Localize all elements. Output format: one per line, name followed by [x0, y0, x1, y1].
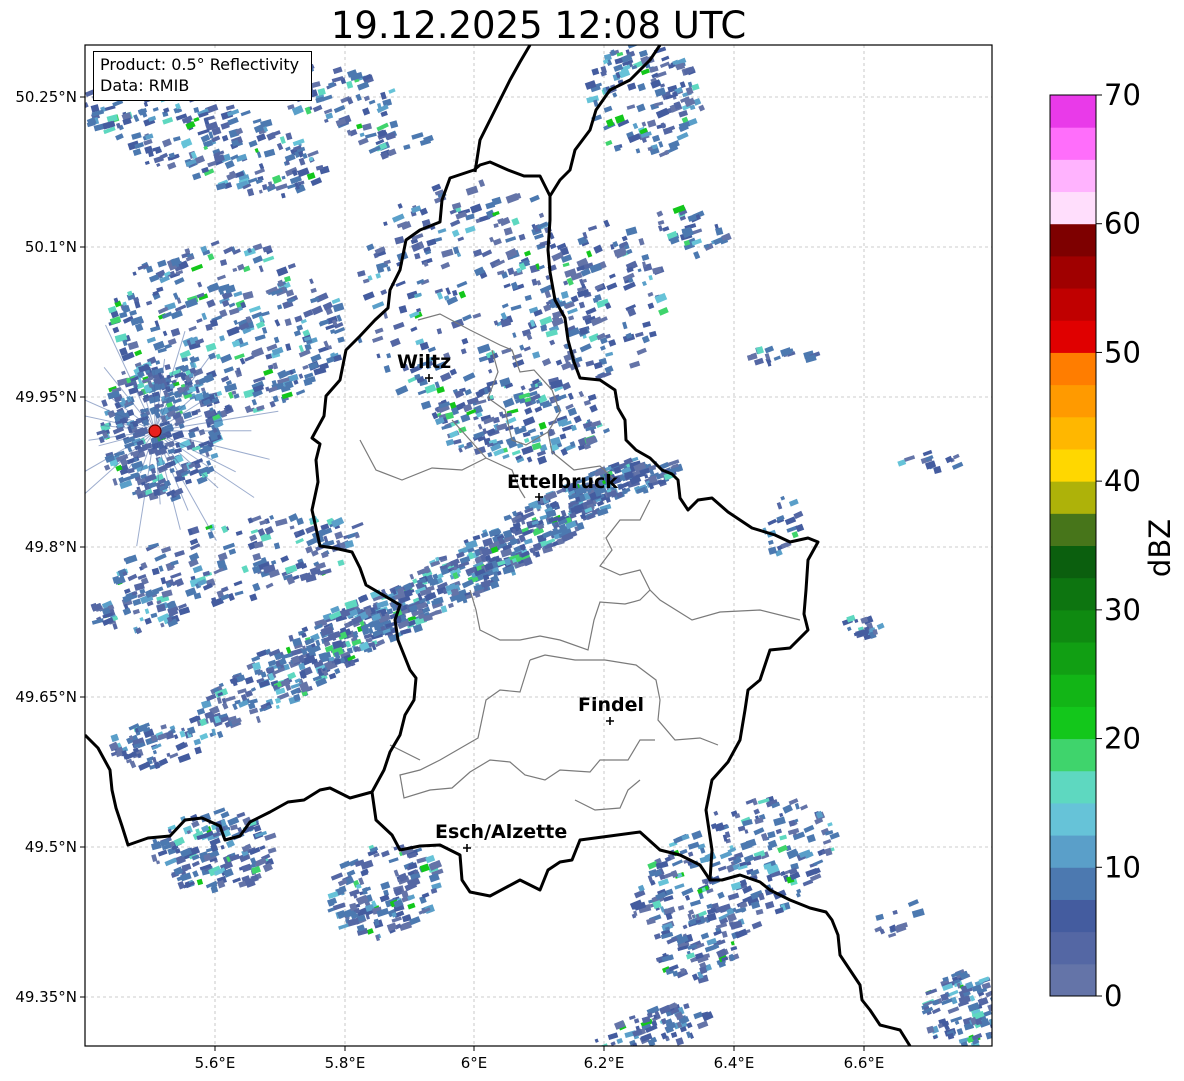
- colorbar-tick-label: 30: [1104, 593, 1141, 627]
- x-tick-label: 5.8°E: [325, 1054, 366, 1072]
- colorbar-swatch: [1050, 706, 1096, 740]
- colorbar-tick-label: 10: [1104, 850, 1141, 884]
- colorbar-swatch: [1050, 416, 1096, 450]
- colorbar-swatch: [1050, 931, 1096, 965]
- colorbar-tick-label: 60: [1104, 207, 1141, 241]
- y-tick-label: 50.1°N: [25, 238, 77, 256]
- colorbar-swatch: [1050, 545, 1096, 579]
- colorbar-swatch: [1050, 384, 1096, 418]
- product-text: Product: 0.5° Reflectivity: [100, 55, 300, 74]
- colorbar-tick-label: 50: [1104, 335, 1141, 369]
- colorbar-ticks: 0 10 20 30 40 50 60 70: [1096, 78, 1141, 1013]
- colorbar-swatch: [1050, 352, 1096, 386]
- colorbar-swatch: [1050, 802, 1096, 836]
- colorbar-tick-label: 40: [1104, 464, 1141, 498]
- colorbar-swatch: [1050, 95, 1096, 128]
- radar-map-figure: Wiltz Ettelbruck Findel Esch/Alzette 5.6…: [15, 44, 1177, 1072]
- city-label-esch-alzette: Esch/Alzette: [435, 821, 567, 843]
- colorbar-swatch: [1050, 899, 1096, 933]
- colorbar-swatch: [1050, 674, 1096, 707]
- colorbar: [1050, 95, 1096, 997]
- colorbar-swatch: [1050, 223, 1096, 257]
- y-tick-label: 49.5°N: [25, 838, 77, 856]
- city-label-wiltz: Wiltz: [397, 351, 451, 373]
- x-tick-label: 6.2°E: [584, 1054, 625, 1072]
- colorbar-swatch: [1050, 738, 1096, 772]
- city-label-ettelbruck: Ettelbruck: [507, 471, 618, 493]
- y-tick-label: 49.35°N: [15, 988, 77, 1006]
- colorbar-swatch: [1050, 513, 1096, 546]
- colorbar-swatch: [1050, 867, 1096, 900]
- colorbar-swatch: [1050, 609, 1096, 643]
- city-label-findel: Findel: [578, 694, 644, 716]
- colorbar-tick-label: 20: [1104, 722, 1141, 756]
- radar-site-marker: [148, 424, 162, 438]
- colorbar-swatch: [1050, 963, 1096, 997]
- colorbar-swatch: [1050, 642, 1096, 675]
- colorbar-swatch: [1050, 448, 1096, 482]
- x-tick-label: 6.6°E: [844, 1054, 885, 1072]
- x-tick-label: 6.4°E: [714, 1054, 755, 1072]
- colorbar-tick-label: 70: [1104, 78, 1141, 112]
- colorbar-swatch: [1050, 127, 1096, 160]
- y-tick-label: 49.65°N: [15, 688, 77, 706]
- y-tick-label: 49.8°N: [25, 538, 77, 556]
- colorbar-swatch: [1050, 191, 1096, 225]
- y-tick-label: 49.95°N: [15, 388, 77, 406]
- colorbar-swatch: [1050, 255, 1096, 289]
- data-source-text: Data: RMIB: [100, 76, 190, 95]
- y-tick-label: 50.25°N: [15, 88, 77, 106]
- x-tick-label: 5.6°E: [195, 1054, 236, 1072]
- colorbar-swatch: [1050, 835, 1096, 868]
- product-info-box: Product: 0.5° Reflectivity Data: RMIB: [93, 51, 312, 101]
- colorbar-swatch: [1050, 320, 1096, 353]
- colorbar-swatch: [1050, 159, 1096, 193]
- colorbar-swatch: [1050, 577, 1096, 611]
- colorbar-swatch: [1050, 770, 1096, 804]
- colorbar-swatch: [1050, 481, 1096, 514]
- colorbar-label: dBZ: [1143, 519, 1177, 577]
- colorbar-swatch: [1050, 288, 1096, 321]
- colorbar-tick-label: 0: [1104, 979, 1122, 1013]
- x-tick-label: 6°E: [461, 1054, 488, 1072]
